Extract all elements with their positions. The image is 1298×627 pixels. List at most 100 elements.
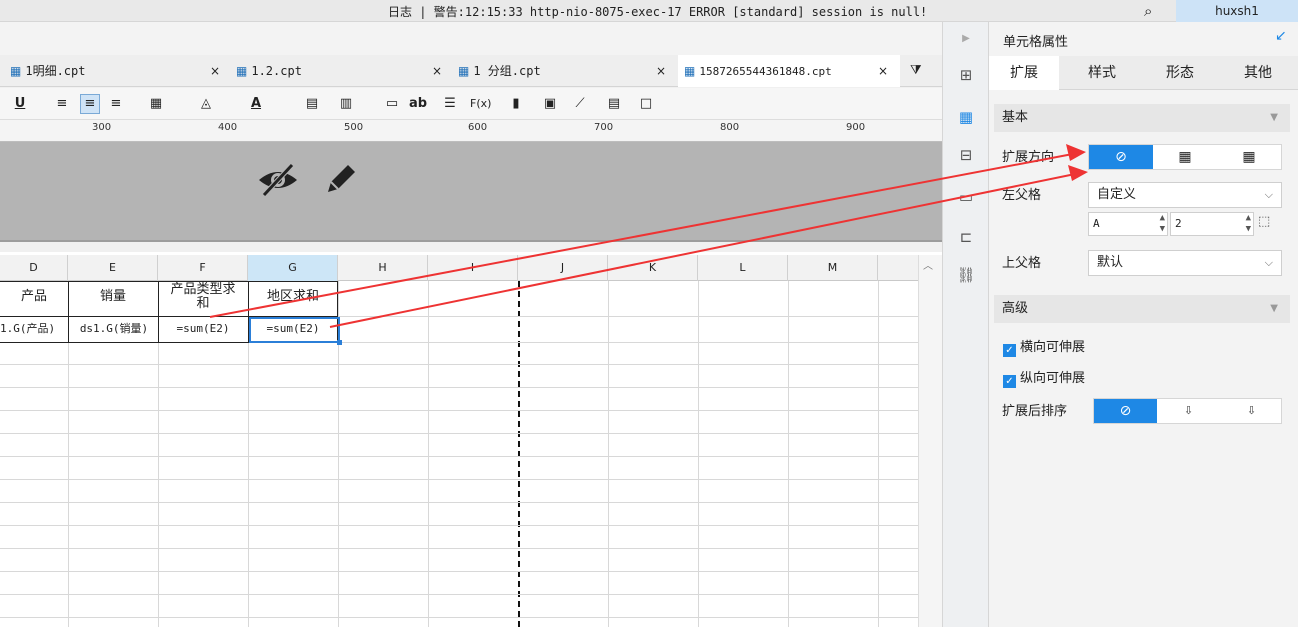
sort-ascending-icon[interactable]: ⇩ [1157,399,1220,423]
file-tab-bar: ▦ 1明细.cpt × ▦ 1.2.cpt × ▦ 1 分组.cpt × ▦ 15872… [0,55,942,87]
cell-f2[interactable]: =sum(E2) [158,322,248,336]
ruler-label: 700 [594,122,614,133]
column-header-l[interactable]: L [698,255,788,281]
cell-g2[interactable]: =sum(E2) [248,322,338,336]
vertical-extend-checkbox[interactable]: ✓ 纵向可伸展 [1003,367,1085,388]
cell-e2[interactable]: ds1.G(销量) [70,322,158,336]
close-icon[interactable]: × [878,55,888,87]
tab-1-fenzu[interactable]: ▦ 1 分组.cpt × [458,55,678,87]
split-cells-icon[interactable]: ▥ [336,94,356,114]
checkbox-label: 横向可伸展 [1020,340,1086,355]
close-icon[interactable]: × [432,55,442,87]
column-header-f[interactable]: F [158,255,248,281]
cell-e1[interactable]: 销量 [68,290,158,304]
column-header-i[interactable]: I [428,255,518,281]
tab-1-2[interactable]: ▦ 1.2.cpt × [236,55,460,87]
upper-parent-select[interactable]: 默认 ⌵ [1088,250,1282,276]
insert-list-icon[interactable]: ☰ [440,94,460,114]
cell-picker-icon[interactable]: ⬚ [1258,214,1270,229]
insert-text-icon[interactable]: ▭ [382,94,402,114]
horizontal-extend-checkbox[interactable]: ✓ 横向可伸展 [1003,336,1085,357]
tab-menu-icon[interactable]: ⧩ [910,55,922,87]
grid-line [698,281,699,627]
tab-form[interactable]: 形态 [1145,56,1215,90]
expand-direction-label: 扩展方向 [1002,150,1055,165]
left-parent-row-stepper[interactable]: 2 ▲ ▼ [1170,212,1254,236]
merge-cells-icon[interactable]: ▤ [302,94,322,114]
insert-image-icon[interactable]: ▣ [540,94,560,114]
sort-descending-icon[interactable]: ⇩ [1220,399,1283,423]
tab-other[interactable]: 其他 [1223,56,1293,90]
search-icon[interactable]: ⌕ [1144,2,1152,20]
cell-attribute-icon[interactable]: ▦ [955,106,977,128]
vertical-expand-icon[interactable]: ▦ [1153,145,1217,169]
data-column-icon[interactable]: ⊏ [955,226,977,248]
cell-d1[interactable]: 产品 [0,290,68,304]
checkbox-checked-icon[interactable]: ✓ [1003,344,1016,357]
cell-d2[interactable]: 1.G(产品) [0,322,68,336]
expand-arrow-icon[interactable]: ▶ [955,28,977,50]
tab-active-file[interactable]: ▦ 1587265544361848.cpt × [678,55,900,87]
fill-handle[interactable] [337,340,342,345]
column-header-row: D E F G H I J K L M [0,255,918,281]
user-account[interactable]: huxsh1 [1176,0,1298,22]
insert-richtext-icon[interactable]: ab [408,94,428,114]
insert-formula-icon[interactable]: F(x) [470,94,491,114]
stepper-arrows-icon[interactable]: ▲ ▼ [1246,213,1251,235]
tab-1mingxi[interactable]: ▦ 1明细.cpt × [10,55,236,87]
page-layout-icon[interactable]: ⊞ [955,64,977,86]
column-header-g[interactable]: G [248,255,338,281]
grid-line [0,364,918,365]
font-color-icon[interactable]: A [246,94,266,114]
align-center-icon[interactable]: ≡ [80,94,100,114]
insert-slash-icon[interactable]: ⟋ [570,94,590,114]
close-icon[interactable]: × [210,55,220,87]
horizontal-expand-icon[interactable]: ▦ [1217,145,1281,169]
border-icon[interactable]: ▦ [146,94,166,114]
align-left-icon[interactable]: ≡ [52,94,72,114]
grid-line [0,502,918,503]
left-parent-column-stepper[interactable]: A ▲ ▼ [1088,212,1168,236]
scroll-up-icon[interactable]: ︿ [923,257,933,272]
column-header-m[interactable]: M [788,255,878,281]
insert-chart-icon[interactable]: ▮ [506,94,526,114]
underline-icon[interactable]: U [10,94,30,114]
hide-eye-icon[interactable] [256,162,300,198]
grid-line [0,387,918,388]
vertical-scrollbar[interactable]: ︿ [918,255,942,627]
tab-style[interactable]: 样式 [1067,56,1137,90]
column-header-h[interactable]: H [338,255,428,281]
tab-expand[interactable]: 扩展 [989,56,1059,90]
column-header-k[interactable]: K [608,255,698,281]
sort-selector: ⊘ ⇩ ⇩ [1093,398,1282,424]
collapse-panel-icon[interactable]: ↙ [1275,28,1287,44]
chevron-down-icon: ▼ [1270,112,1278,123]
grid-line [0,479,918,480]
insert-subreport-icon[interactable]: ▤ [604,94,624,114]
section-title: 基本 [1002,110,1029,125]
chevron-down-icon: ▼ [1270,303,1278,314]
no-expand-icon[interactable]: ⊘ [1089,145,1153,169]
stepper-arrows-icon[interactable]: ▲ ▼ [1160,213,1165,235]
preview-overlay-panel [0,142,942,242]
edit-pencil-icon[interactable] [322,160,360,198]
left-parent-select[interactable]: 自定义 ⌵ [1088,182,1282,208]
column-header-d[interactable]: D [0,255,68,281]
hyperlink-icon[interactable]: ⛓ [955,264,977,286]
fill-color-icon[interactable]: ◬ [196,94,216,114]
close-icon[interactable]: × [656,55,666,87]
checkbox-checked-icon[interactable]: ✓ [1003,375,1016,388]
basic-section-header[interactable]: 基本 ▼ [994,104,1290,132]
advanced-section-header[interactable]: 高级 ▼ [994,295,1290,323]
column-header-j[interactable]: J [518,255,608,281]
column-header-e[interactable]: E [68,255,158,281]
widget-attribute-icon[interactable]: ⊟ [955,144,977,166]
report-file-icon: ▦ [458,64,470,78]
align-right-icon[interactable]: ≡ [106,94,126,114]
no-sort-icon[interactable]: ⊘ [1094,399,1157,423]
log-warning-text[interactable]: 日志 | 警告:12:15:33 http-nio-8075-exec-17 E… [388,3,927,20]
condition-attribute-icon[interactable]: ▭ [955,186,977,208]
cell-f1[interactable]: 产品类型求 和 [158,283,248,311]
insert-shape-icon[interactable]: □ [636,94,656,114]
cell-g1[interactable]: 地区求和 [248,290,338,304]
